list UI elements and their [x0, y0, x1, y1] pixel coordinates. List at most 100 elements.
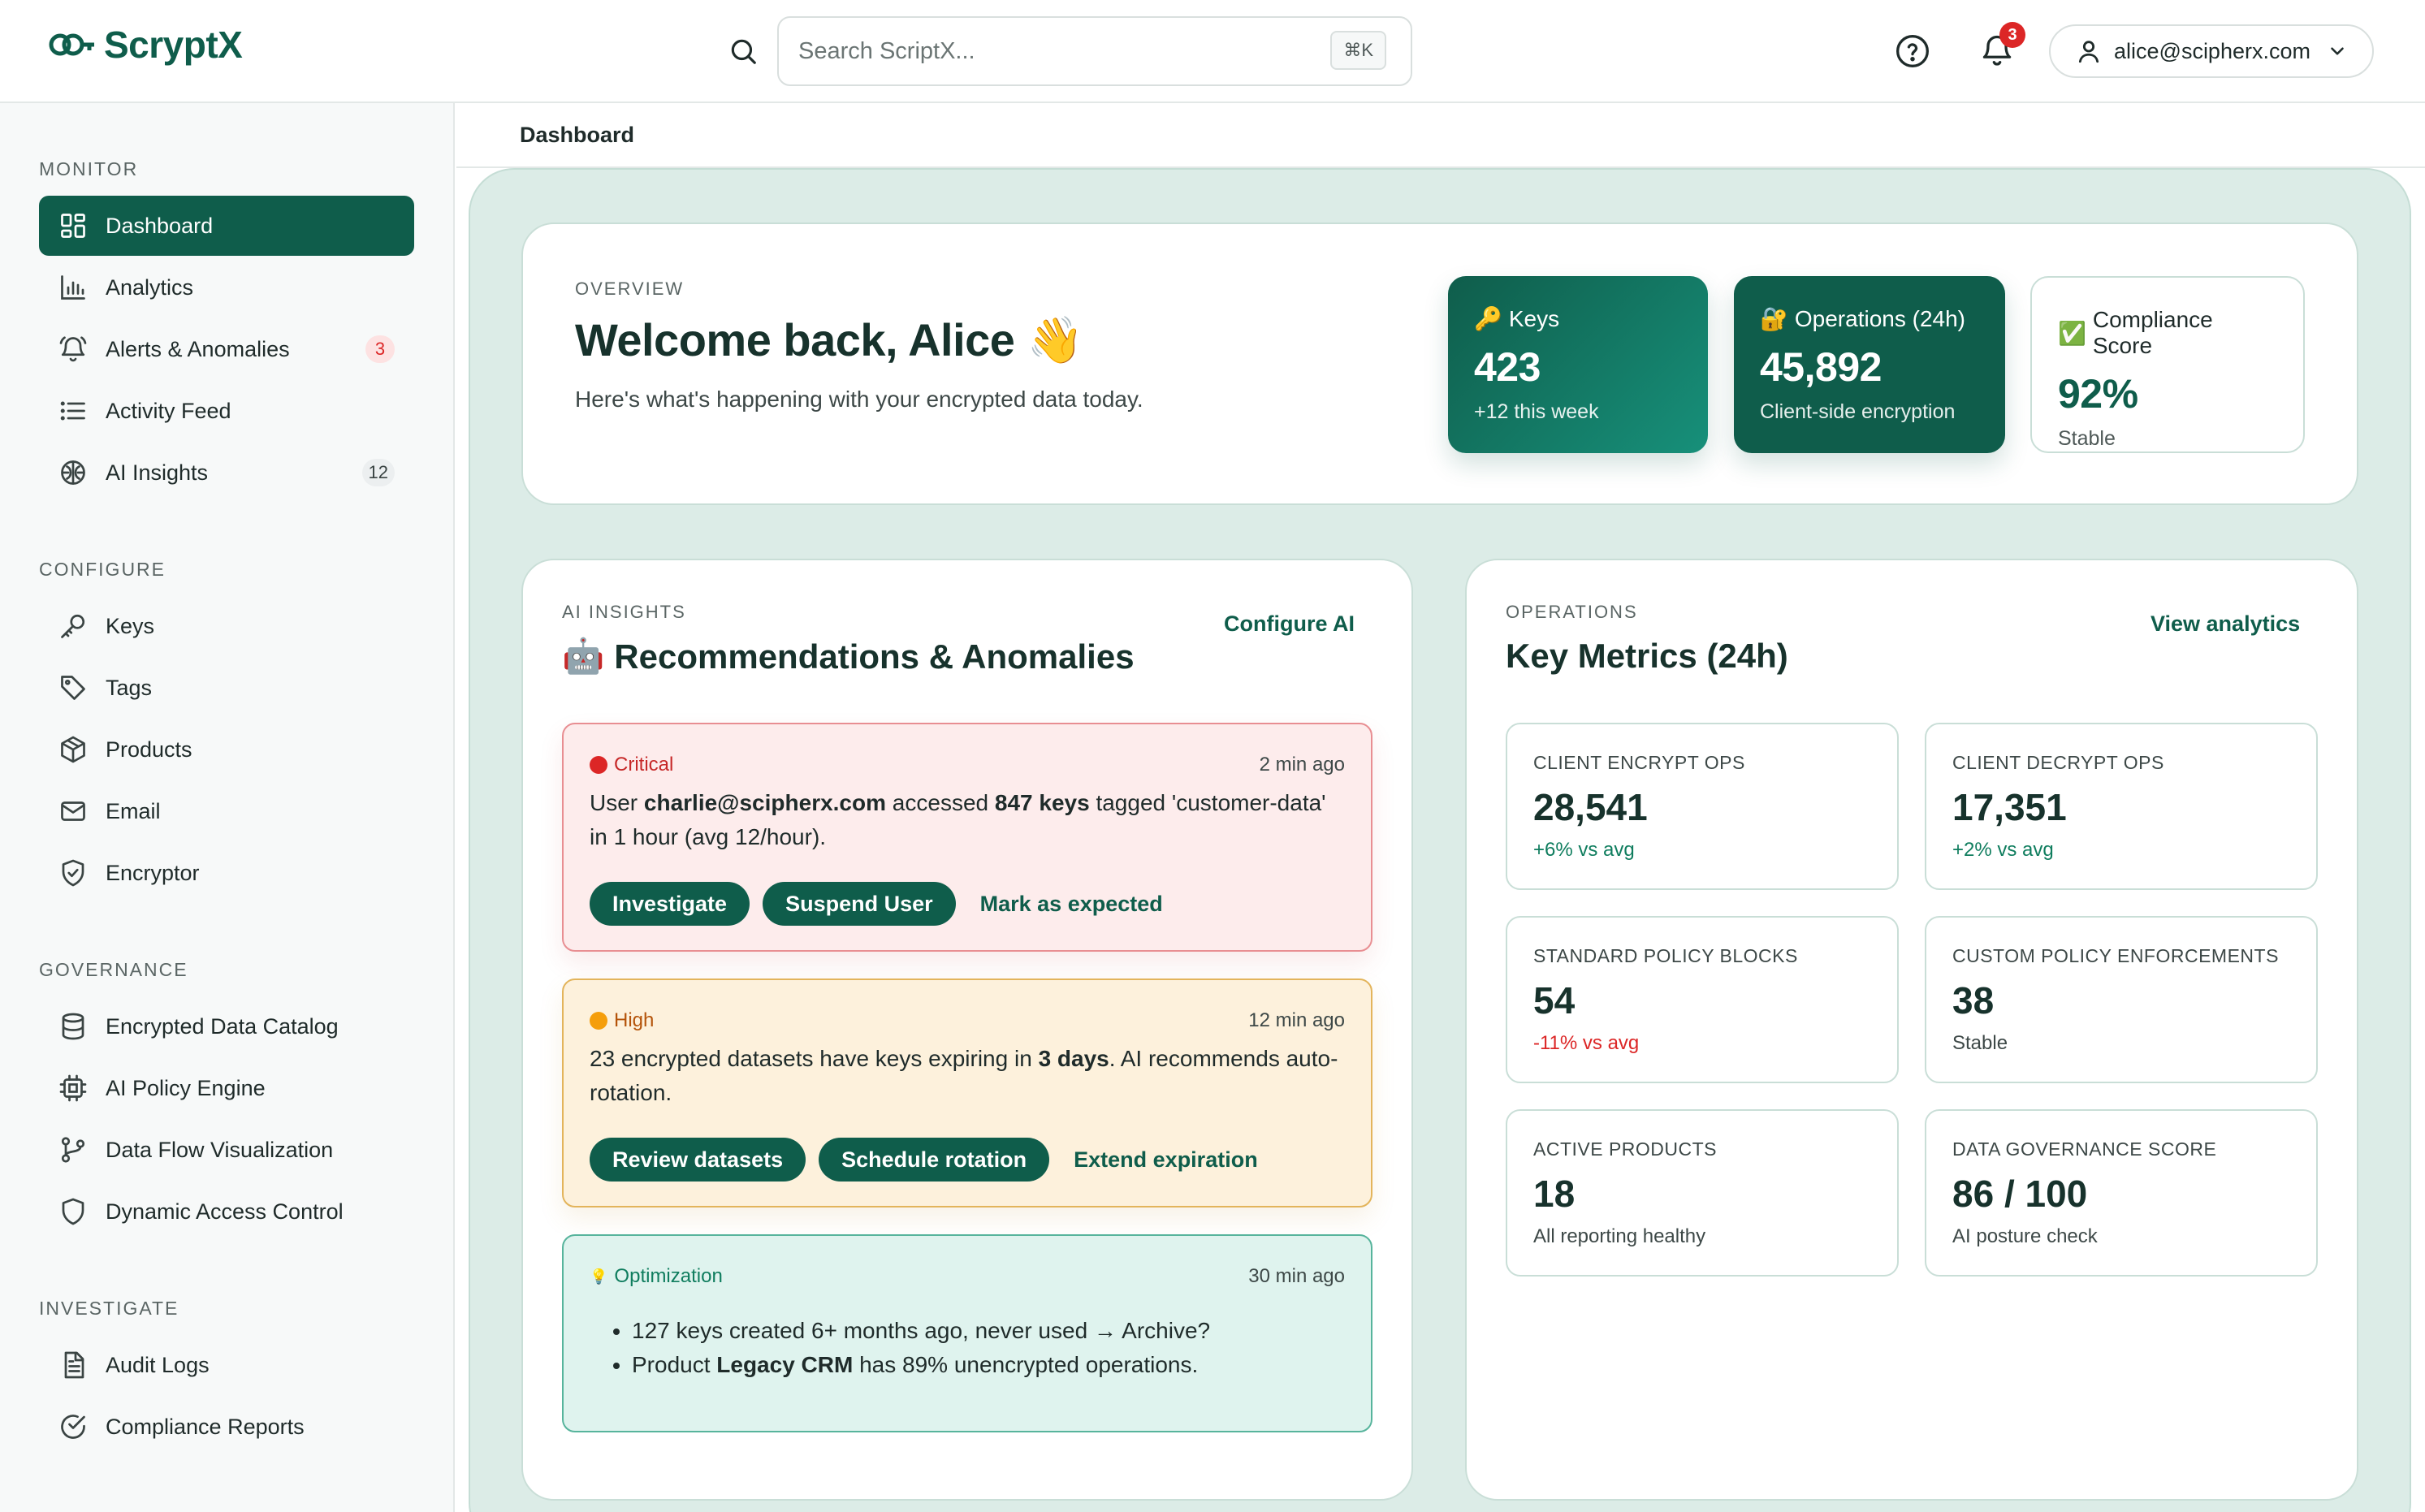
metric-label: CUSTOM POLICY ENFORCEMENTS: [1952, 945, 2279, 966]
sidebar-item-label: Analytics: [106, 274, 194, 300]
metric-value: 28,541: [1533, 786, 1648, 828]
review-datasets-button[interactable]: Review datasets: [590, 1138, 806, 1182]
metric-card-decrypt-ops[interactable]: CLIENT DECRYPT OPS 17,351 +2% vs avg: [1925, 723, 2318, 890]
metric-card-encrypt-ops[interactable]: CLIENT ENCRYPT OPS 28,541 +6% vs avg: [1506, 723, 1899, 890]
sidebar-item-label: Encryptor: [106, 860, 200, 885]
view-analytics-button[interactable]: View analytics: [2151, 611, 2300, 637]
sidebar-item-label: Compliance Reports: [106, 1414, 305, 1439]
stat-card-operations[interactable]: 🔐 Operations (24h) 45,892 Client-side enc…: [1734, 276, 2005, 453]
shield-check-icon: [62, 859, 84, 887]
user-menu-button[interactable]: alice@scipherx.com: [2049, 24, 2374, 78]
brain-icon: [61, 460, 85, 485]
severity-label: Critical: [590, 754, 673, 776]
alert-critical: Critical 2 min ago User charlie@scipherx…: [562, 723, 1372, 952]
alert-actions: Review datasets Schedule rotation Extend…: [590, 1138, 1258, 1182]
investigate-button[interactable]: Investigate: [590, 882, 750, 926]
metric-trend: +6% vs avg: [1533, 839, 1635, 861]
sidebar-item-ai-insights[interactable]: AI Insights 12: [39, 443, 414, 503]
search-input[interactable]: [798, 18, 1286, 84]
sidebar-item-tags[interactable]: Tags: [39, 658, 414, 718]
sidebar-item-policy-engine[interactable]: AI Policy Engine: [39, 1058, 414, 1118]
lightbulb-icon: 💡: [590, 1268, 608, 1285]
metric-card-active-products[interactable]: ACTIVE PRODUCTS 18 All reporting healthy: [1506, 1109, 1899, 1277]
app-name: ScryptX: [104, 24, 243, 66]
sidebar-item-data-flow[interactable]: Data Flow Visualization: [39, 1120, 414, 1180]
user-icon: [2078, 41, 2099, 63]
sidebar-item-activity-feed[interactable]: Activity Feed: [39, 381, 414, 441]
sidebar-item-analytics[interactable]: Analytics: [39, 257, 414, 318]
stat-label: Keys: [1508, 305, 1560, 331]
sidebar-item-products[interactable]: Products: [39, 719, 414, 780]
file-text-icon: [64, 1351, 84, 1379]
page-subtitle: Here's what's happening with your encryp…: [575, 387, 1143, 412]
metric-card-policy-enforcements[interactable]: CUSTOM POLICY ENFORCEMENTS 38 Stable: [1925, 916, 2318, 1083]
logo[interactable]: ScryptX: [49, 23, 243, 67]
notification-badge: 3: [1999, 22, 2025, 48]
help-icon[interactable]: [1895, 33, 1930, 69]
severity-label: High: [590, 1009, 654, 1032]
stat-sub: Client-side encryption: [1760, 400, 1956, 423]
sidebar-item-data-catalog[interactable]: Encrypted Data Catalog: [39, 996, 414, 1056]
alert-message: 23 encrypted datasets have keys expiring…: [590, 1042, 1345, 1110]
insights-title-text: Recommendations & Anomalies: [614, 637, 1135, 676]
sidebar-item-alerts[interactable]: Alerts & Anomalies 3: [39, 319, 414, 379]
section-label-governance: GOVERNANCE: [39, 959, 188, 980]
alert-optimization: 💡 Optimization 30 min ago 127 keys creat…: [562, 1234, 1372, 1432]
high-dot-icon: [590, 1012, 607, 1030]
sidebar-item-email[interactable]: Email: [39, 781, 414, 841]
sidebar-item-label: Tags: [106, 675, 153, 700]
shortcut-hint: ⌘K: [1330, 31, 1386, 70]
search-icon[interactable]: [728, 36, 759, 67]
sidebar-item-label: Dynamic Access Control: [106, 1199, 344, 1224]
list-icon: [60, 401, 85, 421]
insights-eyebrow: AI INSIGHTS: [562, 602, 686, 622]
metric-value: 38: [1952, 979, 1995, 1022]
sidebar-item-label: Alerts & Anomalies: [106, 336, 290, 361]
git-branch-icon: [61, 1137, 85, 1163]
stat-card-keys[interactable]: 🔑 Keys 423 +12 this week: [1448, 276, 1708, 453]
configure-ai-button[interactable]: Configure AI: [1224, 611, 1355, 637]
section-label-investigate: INVESTIGATE: [39, 1298, 179, 1319]
severity-text: Optimization: [614, 1265, 723, 1287]
metric-label: CLIENT ENCRYPT OPS: [1533, 752, 1745, 773]
operations-title: Key Metrics (24h): [1506, 637, 1788, 675]
sidebar-item-encryptor[interactable]: Encryptor: [39, 843, 414, 903]
metric-value: 17,351: [1952, 786, 2067, 828]
page-title: Welcome back, Alice 👋: [575, 314, 1083, 365]
suspend-user-button[interactable]: Suspend User: [763, 882, 956, 926]
schedule-rotation-button[interactable]: Schedule rotation: [819, 1138, 1050, 1182]
robot-icon: 🤖: [562, 637, 605, 675]
bar-chart-icon: [61, 275, 85, 300]
alert-text: 23 encrypted datasets have keys expiring…: [590, 1046, 1039, 1071]
list-item: 127 keys created 6+ months ago, never us…: [632, 1314, 1210, 1348]
metric-card-governance-score[interactable]: DATA GOVERNANCE SCORE 86 / 100 AI postur…: [1925, 1109, 2318, 1277]
check-mark-emoji-icon: ✅: [2058, 320, 2086, 346]
alert-actions: Investigate Suspend User Mark as expecte…: [590, 882, 1163, 926]
check-circle-icon: [61, 1415, 85, 1439]
insights-count-badge: 12: [361, 459, 395, 486]
sidebar-item-dashboard[interactable]: Dashboard: [39, 196, 414, 256]
metric-card-policy-blocks[interactable]: STANDARD POLICY BLOCKS 54 -11% vs avg: [1506, 916, 1899, 1083]
section-label-monitor: MONITOR: [39, 158, 139, 179]
stat-value: 423: [1474, 344, 1541, 390]
sidebar-item-compliance-reports[interactable]: Compliance Reports: [39, 1397, 414, 1457]
overview-eyebrow: OVERVIEW: [575, 279, 685, 299]
user-email: alice@scipherx.com: [2114, 38, 2310, 63]
sidebar-item-access-control[interactable]: Dynamic Access Control: [39, 1182, 414, 1242]
metric-label: STANDARD POLICY BLOCKS: [1533, 945, 1798, 966]
sidebar-item-audit-logs[interactable]: Audit Logs: [39, 1335, 414, 1395]
metric-label: ACTIVE PRODUCTS: [1533, 1138, 1718, 1160]
alert-days: 3 days: [1038, 1046, 1109, 1071]
list-item: Product Legacy CRM has 89% unencrypted o…: [632, 1348, 1210, 1382]
mark-expected-button[interactable]: Mark as expected: [980, 892, 1163, 917]
severity-label: 💡 Optimization: [590, 1265, 723, 1288]
alert-time: 12 min ago: [1248, 1009, 1345, 1031]
extend-expiration-button[interactable]: Extend expiration: [1074, 1147, 1258, 1173]
insights-title: 🤖 Recommendations & Anomalies: [562, 637, 1135, 676]
sidebar-item-keys[interactable]: Keys: [39, 596, 414, 656]
metric-trend: Stable: [1952, 1032, 2008, 1054]
sidebar-item-label: AI Policy Engine: [106, 1075, 266, 1100]
sidebar-item-label: Activity Feed: [106, 398, 231, 423]
section-label-configure: CONFIGURE: [39, 559, 166, 580]
stat-card-compliance[interactable]: ✅ Compliance Score 92% Stable: [2030, 276, 2305, 453]
